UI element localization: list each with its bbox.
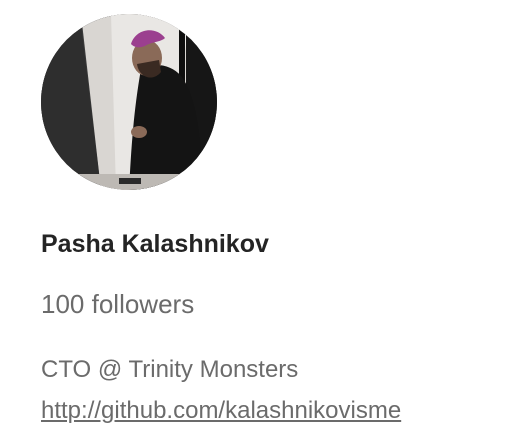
profile-card: Pasha Kalashnikov 100 followers CTO @ Tr… xyxy=(0,0,522,448)
profile-bio: CTO @ Trinity Monsters xyxy=(41,356,299,383)
profile-link[interactable]: http://github.com/kalashnikovisme xyxy=(41,396,401,426)
avatar[interactable] xyxy=(41,14,217,190)
avatar-photo xyxy=(41,14,217,190)
followers-count[interactable]: 100 followers xyxy=(41,287,194,321)
profile-name[interactable]: Pasha Kalashnikov xyxy=(41,228,269,260)
